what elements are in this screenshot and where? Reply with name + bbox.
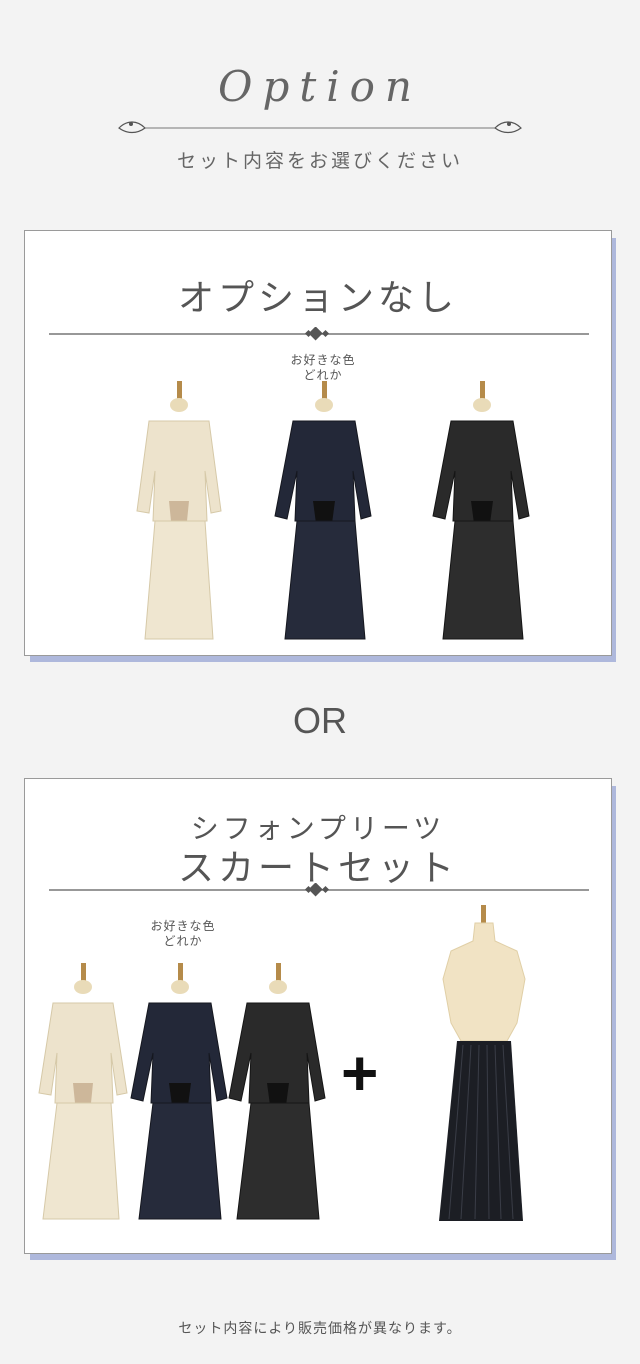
page-title: Option	[218, 62, 422, 111]
black-suit-image	[432, 381, 530, 640]
page-header: Option セット内容をお選びください	[0, 0, 640, 200]
navy-suit-image	[274, 381, 372, 640]
chiffon-pleats-skirt-image	[439, 905, 526, 1221]
or-separator: OR	[293, 700, 347, 741]
option1-divider	[49, 327, 589, 341]
option2-tag-line2: どれか	[163, 934, 203, 948]
page-subtitle: セット内容をお選びください	[176, 150, 463, 172]
plus-icon: +	[341, 1037, 379, 1109]
option2-divider	[49, 883, 589, 897]
option2-color-choice-tag: お好きな色 どれか	[135, 919, 231, 949]
option1-color-choice-tag: お好きな色 どれか	[275, 353, 371, 383]
navy-suit-image	[130, 963, 228, 1220]
price-note: セット内容により販売価格が異なります。	[178, 1321, 462, 1337]
option2-panel: シフォンプリーツ スカートセット お好きな色 どれか +	[24, 778, 612, 1254]
option2-tag-line1: お好きな色	[150, 919, 216, 933]
option1-title: オプションなし	[177, 278, 458, 319]
black-suit-image	[228, 963, 326, 1220]
option1-tag-line1: お好きな色	[290, 353, 356, 367]
beige-suit-image	[136, 381, 222, 640]
beige-suit-image	[38, 963, 128, 1220]
flourish-ornament	[118, 121, 522, 134]
option1-panel: オプションなし お好きな色 どれか	[24, 230, 612, 656]
